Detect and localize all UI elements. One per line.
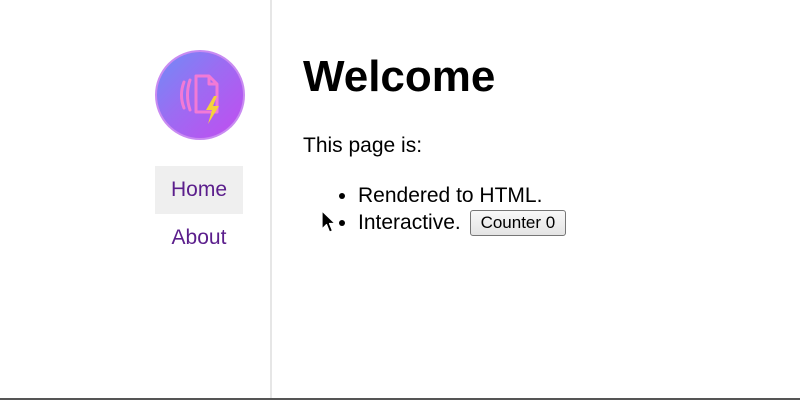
document-lightning-icon	[180, 74, 219, 124]
list-item-text: Interactive.	[358, 211, 461, 234]
nav-item-home[interactable]: Home	[155, 166, 243, 214]
mouse-cursor-icon	[321, 210, 336, 233]
list-item: Interactive. Counter 0	[358, 209, 567, 237]
counter-button[interactable]: Counter 0	[469, 210, 567, 237]
main-content: Welcome This page is: Rendered to HTML. …	[303, 50, 773, 237]
page-title: Welcome	[303, 52, 496, 101]
feature-list: Rendered to HTML. Interactive. Counter 0	[303, 182, 567, 237]
intro-text: This page is:	[303, 134, 423, 157]
list-item: Rendered to HTML.	[358, 182, 566, 209]
sidebar: Home About	[0, 0, 272, 398]
list-item-text: Rendered to HTML.	[358, 184, 543, 207]
sidebar-nav: Home About	[155, 166, 243, 262]
app-window: Home About Welcome This page is: Rendere…	[0, 0, 800, 400]
logo[interactable]	[155, 50, 245, 140]
nav-item-about[interactable]: About	[155, 214, 243, 262]
